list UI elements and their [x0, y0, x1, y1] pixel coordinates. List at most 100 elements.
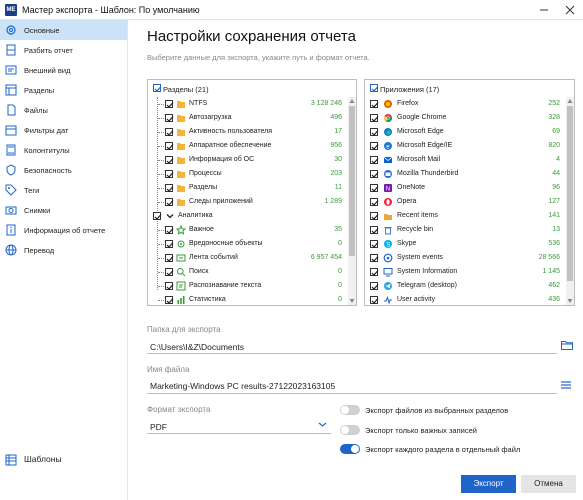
app-row[interactable]: Mozilla Thunderbird 44 [365, 167, 574, 181]
sidebar-item-split-report[interactable]: Разбить отчет [0, 40, 127, 60]
app-row[interactable]: Firefox 252 [365, 97, 574, 111]
scrollbar-thumb[interactable] [349, 106, 355, 256]
export-separate-files-toggle[interactable] [340, 444, 360, 454]
section-row[interactable]: Лента событий 6 957 454 [148, 251, 356, 265]
apps-scrollbar[interactable] [566, 97, 574, 305]
section-row[interactable]: Активность пользователя 17 [148, 125, 356, 139]
section-checkbox[interactable] [165, 184, 174, 192]
export-important-toggle[interactable] [340, 425, 360, 435]
chevron-down-icon[interactable] [318, 421, 327, 428]
export-folder-input[interactable]: C:\Users\I&Z\Documents [150, 342, 244, 352]
section-checkbox[interactable] [165, 296, 174, 304]
app-checkbox[interactable] [370, 296, 379, 304]
export-format-select[interactable]: PDF [150, 422, 167, 432]
app-row[interactable]: S Skype 536 [365, 237, 574, 251]
apps-select-all-checkbox[interactable] [370, 84, 379, 92]
app-row[interactable]: Opera 127 [365, 195, 574, 209]
section-checkbox[interactable] [165, 198, 174, 206]
cancel-button[interactable]: Отмена [521, 475, 576, 493]
app-row[interactable]: Microsoft Mail 4 [365, 153, 574, 167]
app-checkbox[interactable] [370, 282, 379, 290]
section-row[interactable]: Разделы 11 [148, 181, 356, 195]
sidebar-item-sections[interactable]: Разделы [0, 80, 127, 100]
sidebar-item-headers-footers[interactable]: Колонтитулы [0, 140, 127, 160]
scrollbar-thumb[interactable] [567, 106, 573, 281]
section-checkbox[interactable] [165, 114, 174, 122]
app-checkbox[interactable] [370, 212, 379, 220]
app-checkbox[interactable] [370, 240, 379, 248]
sidebar-item-appearance[interactable]: Внешний вид [0, 60, 127, 80]
app-label: Recycle bin [397, 226, 434, 233]
section-checkbox[interactable] [165, 156, 174, 164]
sidebar-item-tags[interactable]: Теги [0, 180, 127, 200]
section-row[interactable]: Информация об ОС 30 [148, 153, 356, 167]
section-checkbox[interactable] [165, 170, 174, 178]
section-checkbox[interactable] [165, 128, 174, 136]
section-checkbox[interactable] [165, 240, 174, 248]
section-checkbox[interactable] [153, 212, 162, 220]
section-row[interactable]: Аналитика [148, 209, 356, 223]
templates-button[interactable]: Шаблоны [0, 450, 127, 470]
app-checkbox[interactable] [370, 254, 379, 262]
section-count: 6 957 454 [310, 254, 342, 261]
section-row[interactable]: Следы приложений 1 289 [148, 195, 356, 209]
section-checkbox[interactable] [165, 254, 174, 262]
section-label: Важное [189, 226, 214, 233]
sections-scrollbar[interactable] [348, 97, 356, 305]
section-row[interactable]: Поиск 0 [148, 265, 356, 279]
app-row[interactable]: User activity 436 [365, 293, 574, 305]
app-row[interactable]: System Information 1 145 [365, 265, 574, 279]
app-row[interactable]: Telegram (desktop) 462 [365, 279, 574, 293]
app-row[interactable]: Recent items 141 [365, 209, 574, 223]
app-checkbox[interactable] [370, 114, 379, 122]
section-checkbox[interactable] [165, 100, 174, 108]
app-checkbox[interactable] [370, 170, 379, 178]
section-checkbox[interactable] [165, 282, 174, 290]
sidebar-item-snapshots[interactable]: Снимки [0, 200, 127, 220]
file-name-options-icon[interactable] [561, 380, 571, 390]
app-row[interactable]: Microsoft Edge 69 [365, 125, 574, 139]
app-checkbox[interactable] [370, 226, 379, 234]
section-count: 30 [334, 156, 342, 163]
section-row[interactable]: Автозагрузка 496 [148, 111, 356, 125]
app-row[interactable]: Google Chrome 328 [365, 111, 574, 125]
section-count: 11 [334, 184, 342, 191]
app-checkbox[interactable] [370, 142, 379, 150]
app-row[interactable]: e Microsoft Edge/IE 820 [365, 139, 574, 153]
minimize-button[interactable] [531, 0, 557, 20]
section-label: Информация об ОС [189, 156, 255, 163]
export-button[interactable]: Экспорт [461, 475, 516, 493]
folder-browse-icon[interactable] [561, 340, 573, 350]
section-row[interactable]: Распознавание текста 0 [148, 279, 356, 293]
app-row[interactable]: Recycle bin 13 [365, 223, 574, 237]
sidebar-item-date-filters[interactable]: Фильтры дат [0, 120, 127, 140]
section-row[interactable]: Важное 35 [148, 223, 356, 237]
file-name-input[interactable]: Marketing-Windows PC results-27122023163… [150, 381, 335, 391]
app-row[interactable]: N OneNote 96 [365, 181, 574, 195]
app-checkbox[interactable] [370, 184, 379, 192]
section-row[interactable]: Статистика 0 [148, 293, 356, 305]
sidebar-item-security[interactable]: Безопасность [0, 160, 127, 180]
sidebar-item-label: Информация об отчете [24, 226, 106, 235]
sidebar-item-files[interactable]: Файлы [0, 100, 127, 120]
sidebar-item-translation[interactable]: Перевод [0, 240, 127, 260]
section-row[interactable]: Вредоносные объекты 0 [148, 237, 356, 251]
app-checkbox[interactable] [370, 268, 379, 276]
section-row[interactable]: Процессы 203 [148, 167, 356, 181]
app-checkbox[interactable] [370, 100, 379, 108]
section-row[interactable]: NTFS 3 128 246 [148, 97, 356, 111]
section-checkbox[interactable] [165, 268, 174, 276]
export-files-toggle[interactable] [340, 405, 360, 415]
sections-select-all-checkbox[interactable] [153, 84, 162, 92]
sidebar-item-general[interactable]: Основные [0, 20, 127, 40]
app-checkbox[interactable] [370, 128, 379, 136]
app-checkbox[interactable] [370, 156, 379, 164]
app-checkbox[interactable] [370, 198, 379, 206]
section-row[interactable]: Аппаратное обеспечение 956 [148, 139, 356, 153]
section-checkbox[interactable] [165, 226, 174, 234]
section-checkbox[interactable] [165, 142, 174, 150]
sidebar-item-report-info[interactable]: Информация об отчете [0, 220, 127, 240]
app-row[interactable]: System events 28 566 [365, 251, 574, 265]
close-button[interactable] [557, 0, 583, 20]
section-count: 1 289 [324, 198, 342, 205]
